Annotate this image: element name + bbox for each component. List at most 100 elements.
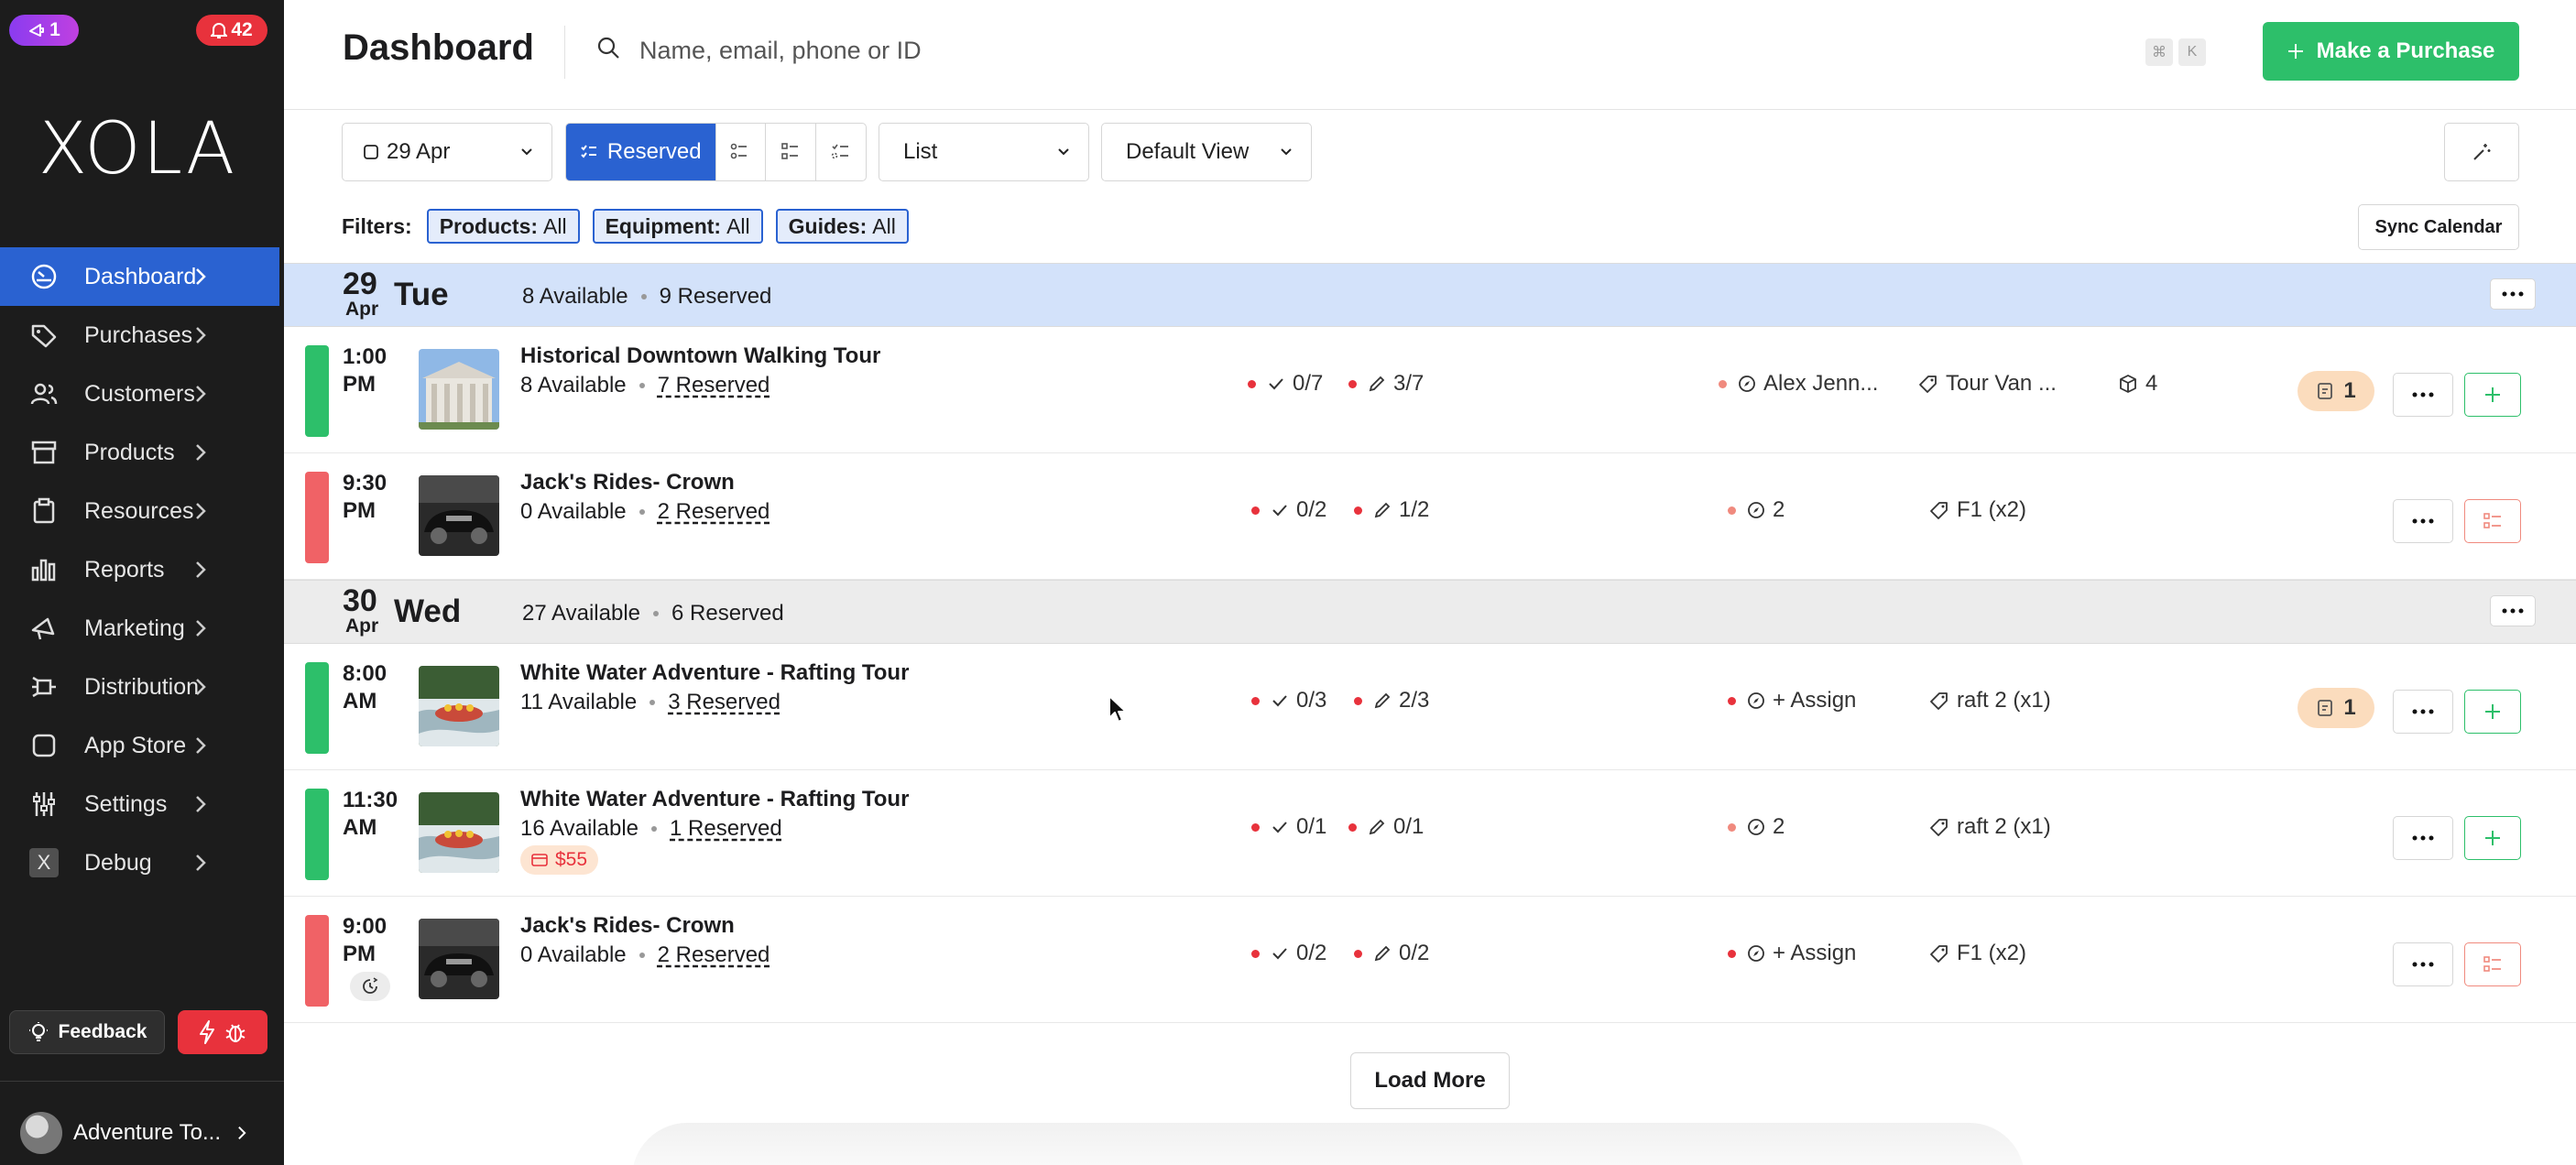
checkin-metric[interactable]: 0/7 bbox=[1248, 371, 1323, 397]
waiver-metric[interactable]: 0/2 bbox=[1354, 941, 1429, 966]
search-input[interactable] bbox=[639, 27, 1464, 73]
users-icon bbox=[30, 383, 58, 405]
sidebar: 1 42 XOLA Dashboard Purchases Customers … bbox=[0, 0, 284, 1165]
sidebar-item-debug[interactable]: X Debug bbox=[0, 833, 279, 892]
magic-wand-button[interactable] bbox=[2444, 123, 2519, 181]
date-picker[interactable]: 29 Apr bbox=[342, 123, 552, 181]
sidebar-item-resources[interactable]: Resources bbox=[0, 482, 279, 540]
checkin-metric[interactable]: 0/3 bbox=[1251, 688, 1326, 713]
account-switcher[interactable]: Adventure To... bbox=[20, 1112, 252, 1154]
sidebar-item-products[interactable]: Products bbox=[0, 423, 279, 482]
feedback-button[interactable]: Feedback bbox=[9, 1010, 165, 1054]
sidebar-item-distribution[interactable]: Distribution bbox=[0, 658, 279, 716]
row-more-button[interactable] bbox=[2393, 373, 2453, 417]
event-name[interactable]: Jack's Rides- Crown bbox=[520, 913, 735, 939]
event-row[interactable]: 1:00 PM Historical Downtown Walking Tour … bbox=[284, 327, 2576, 453]
event-reserved-link[interactable]: 2 Reserved bbox=[658, 499, 770, 525]
event-reserved-link[interactable]: 7 Reserved bbox=[658, 373, 770, 398]
row-more-button[interactable] bbox=[2393, 816, 2453, 860]
note-icon bbox=[2318, 700, 2333, 716]
filter-available-button[interactable] bbox=[765, 124, 815, 180]
xola-logo[interactable]: XOLA bbox=[0, 108, 275, 191]
sidebar-item-purchases[interactable]: Purchases bbox=[0, 306, 279, 365]
add-booking-button[interactable] bbox=[2464, 373, 2521, 417]
sidebar-item-reports[interactable]: Reports bbox=[0, 540, 279, 599]
load-more-button[interactable]: Load More bbox=[1350, 1052, 1510, 1109]
day-reserved: 6 Reserved bbox=[671, 601, 784, 626]
add-booking-button[interactable] bbox=[2464, 816, 2521, 860]
day-more-button[interactable] bbox=[2490, 595, 2536, 626]
guide-metric[interactable]: 2 bbox=[1728, 497, 1785, 523]
guide-metric[interactable]: + Assign bbox=[1728, 941, 1856, 966]
event-row[interactable]: 8:00 AM White Water Adventure - Rafting T… bbox=[284, 644, 2576, 770]
separator-dot bbox=[649, 700, 656, 705]
sidebar-item-marketing[interactable]: Marketing bbox=[0, 599, 279, 658]
equipment-metric[interactable]: raft 2 (x1) bbox=[1929, 688, 2051, 713]
manage-full-event-button[interactable] bbox=[2464, 499, 2521, 543]
event-name[interactable]: Historical Downtown Walking Tour bbox=[520, 343, 880, 369]
waiver-metric[interactable]: 0/1 bbox=[1348, 814, 1424, 840]
event-reserved-link[interactable]: 2 Reserved bbox=[658, 942, 770, 968]
waiver-metric[interactable]: 3/7 bbox=[1348, 371, 1424, 397]
notes-badge[interactable]: 1 bbox=[2298, 688, 2374, 728]
separator-dot bbox=[639, 509, 645, 515]
saved-view-select[interactable]: Default View bbox=[1101, 123, 1312, 181]
event-row[interactable]: 9:00 PM Jack's Rides- Crown 0 Available 2… bbox=[284, 897, 2576, 1023]
layout-select[interactable]: List bbox=[879, 123, 1089, 181]
add-booking-button[interactable] bbox=[2464, 690, 2521, 734]
equipment-metric[interactable]: raft 2 (x1) bbox=[1929, 814, 2051, 840]
filter-chip-equipment[interactable]: Equipment: All bbox=[592, 209, 763, 244]
sidebar-item-customers[interactable]: Customers bbox=[0, 365, 279, 423]
box-metric[interactable]: 4 bbox=[2118, 371, 2157, 397]
equipment-metric[interactable]: F1 (x2) bbox=[1929, 497, 2026, 523]
notes-badge[interactable]: 1 bbox=[2298, 371, 2374, 411]
filter-pending-button[interactable] bbox=[815, 124, 866, 180]
separator-dot bbox=[640, 294, 647, 299]
row-more-button[interactable] bbox=[2393, 942, 2453, 986]
sync-calendar-button[interactable]: Sync Calendar bbox=[2358, 204, 2519, 250]
lightning-icon bbox=[200, 1020, 214, 1044]
equipment-metric[interactable]: F1 (x2) bbox=[1929, 941, 2026, 966]
guide-metric[interactable]: Alex Jenn... bbox=[1719, 371, 1878, 397]
event-reserved-link[interactable]: 3 Reserved bbox=[668, 690, 780, 715]
promo-badge[interactable]: 1 bbox=[9, 15, 79, 46]
notification-badge[interactable]: 42 bbox=[196, 15, 267, 46]
sidebar-item-settings[interactable]: Settings bbox=[0, 775, 279, 833]
filter-chip-guides[interactable]: Guides: All bbox=[775, 209, 909, 244]
waiver-metric[interactable]: 1/2 bbox=[1354, 497, 1429, 523]
filter-chip-products[interactable]: Products: All bbox=[426, 209, 580, 244]
sidebar-item-app-store[interactable]: App Store bbox=[0, 716, 279, 775]
event-name[interactable]: White Water Adventure - Rafting Tour bbox=[520, 787, 909, 812]
checkin-metric[interactable]: 0/1 bbox=[1251, 814, 1326, 840]
reserved-filter-button[interactable]: Reserved bbox=[566, 124, 715, 180]
date-value: 29 Apr bbox=[387, 139, 451, 164]
day-more-button[interactable] bbox=[2490, 278, 2536, 310]
event-available: 0 Available bbox=[520, 942, 627, 967]
filter-all-button[interactable] bbox=[715, 124, 766, 180]
manage-full-event-button[interactable] bbox=[2464, 942, 2521, 986]
guide-metric[interactable]: + Assign bbox=[1728, 688, 1856, 713]
checkin-metric[interactable]: 0/2 bbox=[1251, 941, 1326, 966]
event-name[interactable]: Jack's Rides- Crown bbox=[520, 470, 735, 495]
row-more-button[interactable] bbox=[2393, 499, 2453, 543]
bug-icon bbox=[225, 1024, 246, 1042]
separator-dot bbox=[639, 383, 645, 388]
status-dot bbox=[1728, 949, 1736, 958]
guide-metric[interactable]: 2 bbox=[1728, 814, 1785, 840]
note-icon bbox=[2318, 383, 2333, 399]
checkin-metric[interactable]: 0/2 bbox=[1251, 497, 1326, 523]
compass-icon bbox=[1748, 692, 1764, 709]
event-row[interactable]: 9:30 PM Jack's Rides- Crown 0 Available 2… bbox=[284, 453, 2576, 580]
sidebar-item-label: Customers bbox=[84, 380, 195, 407]
equipment-metric[interactable]: Tour Van ... bbox=[1918, 371, 2057, 397]
make-purchase-button[interactable]: Make a Purchase bbox=[2263, 22, 2519, 81]
compass-icon bbox=[1748, 945, 1764, 962]
event-reserved-link[interactable]: 1 Reserved bbox=[670, 816, 782, 842]
report-bug-button[interactable] bbox=[178, 1010, 267, 1054]
sidebar-item-dashboard[interactable]: Dashboard bbox=[0, 247, 279, 306]
tag-icon bbox=[1919, 376, 1937, 393]
event-row[interactable]: 11:30 AM White Water Adventure - Rafting … bbox=[284, 770, 2576, 897]
event-name[interactable]: White Water Adventure - Rafting Tour bbox=[520, 660, 909, 686]
row-more-button[interactable] bbox=[2393, 690, 2453, 734]
waiver-metric[interactable]: 2/3 bbox=[1354, 688, 1429, 713]
